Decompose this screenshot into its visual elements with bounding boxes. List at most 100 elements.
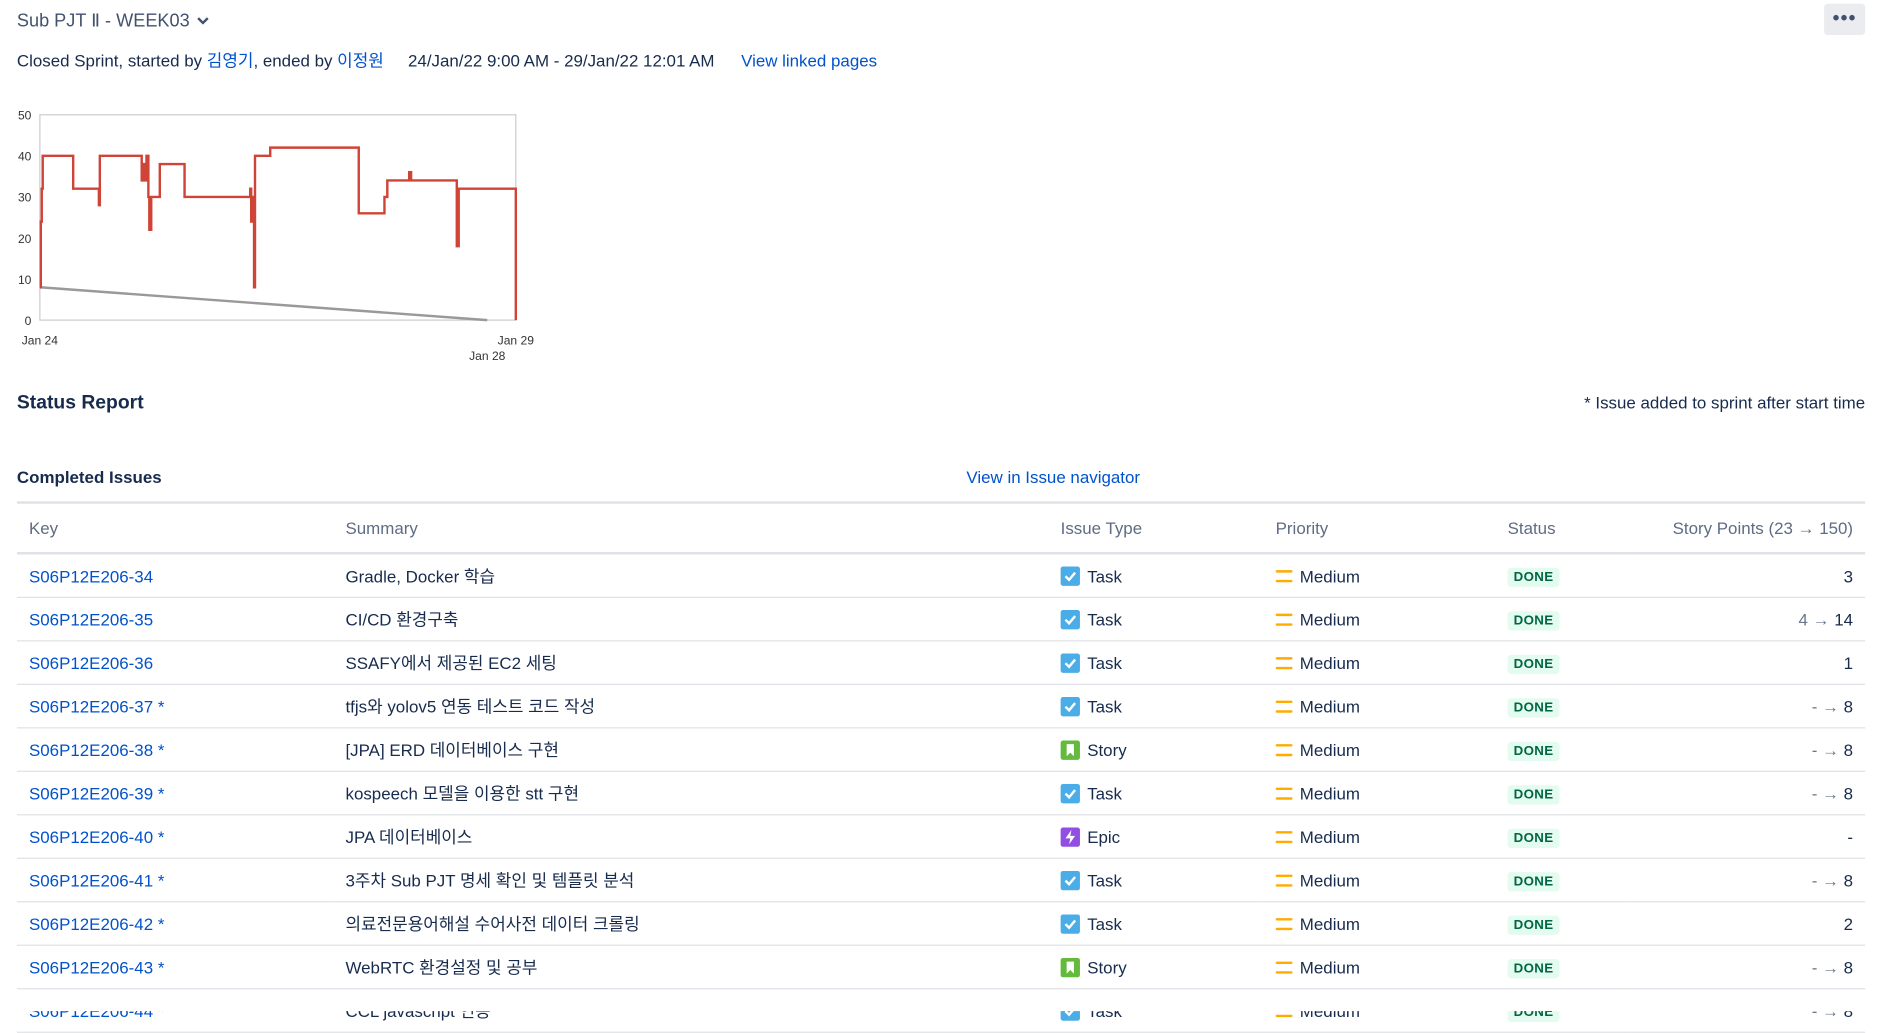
issue-type-label: Task xyxy=(1087,565,1122,586)
story-points-previous: - → xyxy=(1811,696,1844,716)
added-after-start-note: * Issue added to sprint after start time xyxy=(1584,392,1866,412)
priority-medium-icon xyxy=(1275,917,1293,930)
table-row: S06P12E206-39 * kospeech 모델을 이용한 stt 구현 Ta… xyxy=(16,771,1866,816)
task-icon xyxy=(1060,652,1080,673)
status-badge: DONE xyxy=(1507,915,1560,935)
issue-key-link[interactable]: S06P12E206-40 * xyxy=(29,827,164,846)
priority-medium-icon xyxy=(1275,613,1293,626)
closed-sprint-label: Closed Sprint, started by xyxy=(16,50,207,71)
issue-key-link[interactable]: S06P12E206-38 * xyxy=(29,740,164,759)
x-tick-label: Jan 29 xyxy=(498,333,535,347)
table-row: S06P12E206-37 * tfjs와 yolov5 연동 테스트 코드 작성… xyxy=(16,684,1866,729)
view-in-issue-navigator-link[interactable]: View in Issue navigator xyxy=(966,467,1140,486)
epic-icon xyxy=(1060,826,1080,847)
priority-label: Medium xyxy=(1299,739,1360,760)
issue-type-label: Epic xyxy=(1087,826,1121,847)
story-points-value: 1 xyxy=(1843,652,1854,673)
column-header-key: Key xyxy=(16,501,334,555)
story-points-previous: - → xyxy=(1811,783,1844,803)
status-badge: DONE xyxy=(1507,784,1560,804)
priority-medium-icon xyxy=(1275,787,1293,800)
ended-by-user-link[interactable]: 이정원 xyxy=(337,48,384,72)
status-badge: DONE xyxy=(1507,654,1560,674)
priority-medium-icon xyxy=(1275,700,1293,713)
story-points-value: 8 xyxy=(1843,739,1854,760)
view-linked-pages-link[interactable]: View linked pages xyxy=(741,51,877,70)
status-badge: DONE xyxy=(1507,610,1560,630)
sprint-report-page: Sub PJT Ⅱ - WEEK03 ••• Closed Sprint, st… xyxy=(0,0,1894,1033)
issue-summary: 3주차 Sub PJT 명세 확인 및 템플릿 분석 xyxy=(333,858,1049,903)
issue-key-link[interactable]: S06P12E206-34 xyxy=(29,566,153,585)
more-icon: ••• xyxy=(1832,8,1857,29)
y-tick-label: 0 xyxy=(25,314,32,328)
completed-issues-title: Completed Issues xyxy=(16,467,162,487)
priority-label: Medium xyxy=(1299,870,1360,890)
issue-type-label: Story xyxy=(1087,957,1127,977)
task-icon xyxy=(1060,870,1080,890)
priority-label: Medium xyxy=(1299,913,1360,934)
y-tick-label: 20 xyxy=(18,232,32,246)
sprint-selector[interactable]: Sub PJT Ⅱ - WEEK03 xyxy=(16,10,209,32)
issue-key-link[interactable]: S06P12E206-35 xyxy=(29,609,153,628)
issue-type-label: Task xyxy=(1087,696,1122,716)
y-tick-label: 30 xyxy=(18,191,32,205)
issue-type-label: Task xyxy=(1087,609,1122,629)
task-icon xyxy=(1060,609,1080,629)
priority-label: Medium xyxy=(1299,609,1360,629)
started-by-user-link[interactable]: 김영기 xyxy=(207,48,254,72)
priority-medium-icon xyxy=(1275,743,1293,756)
story-points-value: 8 xyxy=(1843,783,1854,803)
priority-label: Medium xyxy=(1299,565,1360,586)
task-icon xyxy=(1060,696,1080,716)
status-badge: DONE xyxy=(1507,871,1560,891)
issue-key-link[interactable]: S06P12E206-36 xyxy=(29,653,153,672)
status-badge: DONE xyxy=(1507,697,1560,717)
column-header-issue-type: Issue Type xyxy=(1048,501,1264,555)
sprint-title: Sub PJT Ⅱ - WEEK03 xyxy=(16,10,190,32)
issue-type-label: Story xyxy=(1087,739,1127,760)
chevron-down-icon xyxy=(197,17,209,25)
story-points-value: 2 xyxy=(1843,913,1854,934)
issue-summary: Gradle, Docker 학습 xyxy=(333,553,1049,598)
table-row: S06P12E206-36 SSAFY에서 제공된 EC2 세팅 Task Mediu… xyxy=(16,640,1866,685)
priority-label: Medium xyxy=(1299,696,1360,716)
story-points-value: 8 xyxy=(1843,957,1854,977)
y-tick-label: 40 xyxy=(18,150,32,164)
issue-summary: CI/CD 환경구축 xyxy=(333,597,1049,642)
x-tick-label: Jan 28 xyxy=(469,349,506,363)
task-icon xyxy=(1060,783,1080,803)
table-row: S06P12E206-35 CI/CD 환경구축 Task Medium DONE 4 →… xyxy=(16,597,1866,642)
burndown-chart: 0 10 20 30 40 50 Jan 24 Jan 28 Jan 29 xyxy=(18,109,535,363)
table-row: S06P12E206-41 * 3주차 Sub PJT 명세 확인 및 템플릿 분… xyxy=(16,858,1866,903)
table-row: S06P12E206-34 Gradle, Docker 학습 Task Medium… xyxy=(16,553,1866,598)
issue-key-link[interactable]: S06P12E206-39 * xyxy=(29,783,164,802)
table-row: S06P12E206-38 * [JPA] ERD 데이터베이스 구현 Story M… xyxy=(16,727,1866,772)
sprint-meta: Closed Sprint, started by 김영기 , ended by… xyxy=(17,48,877,72)
issue-summary: [JPA] ERD 데이터베이스 구현 xyxy=(333,727,1049,772)
x-tick-label: Jan 24 xyxy=(22,333,59,347)
priority-medium-icon xyxy=(1275,873,1293,887)
more-actions-button[interactable]: ••• xyxy=(1824,3,1866,36)
issue-summary: 의료전문용어해설 수어사전 데이터 크롤링 xyxy=(333,901,1049,946)
story-points-previous: 4 → xyxy=(1798,609,1835,629)
story-icon xyxy=(1060,739,1080,760)
issue-summary: SSAFY에서 제공된 EC2 세팅 xyxy=(333,640,1049,685)
issue-key-link[interactable]: S06P12E206-41 * xyxy=(29,870,164,889)
table-row: S06P12E206-43 * WebRTC 환경설정 및 공부 Story Medi… xyxy=(16,945,1866,990)
priority-label: Medium xyxy=(1299,957,1360,977)
story-points-previous: - → xyxy=(1811,870,1844,890)
issue-summary: JPA 데이터베이스 xyxy=(333,814,1049,859)
issue-key-link[interactable]: S06P12E206-42 * xyxy=(29,914,164,933)
ended-by-label: , ended by xyxy=(253,50,338,71)
issue-key-link[interactable]: S06P12E206-43 * xyxy=(29,957,164,976)
issue-key-link[interactable]: S06P12E206-37 * xyxy=(29,696,164,715)
status-report-title: Status Report xyxy=(16,392,144,414)
table-row: S06P12E206-40 * JPA 데이터베이스 Epic Medium DONE - xyxy=(16,814,1866,859)
column-header-summary: Summary xyxy=(333,501,1049,555)
story-points-value: - xyxy=(1847,826,1854,847)
issue-type-label: Task xyxy=(1087,783,1122,803)
status-badge: DONE xyxy=(1507,828,1560,848)
story-points-value: 3 xyxy=(1843,565,1854,586)
story-points-value: 14 xyxy=(1834,609,1854,629)
task-icon xyxy=(1060,913,1080,934)
